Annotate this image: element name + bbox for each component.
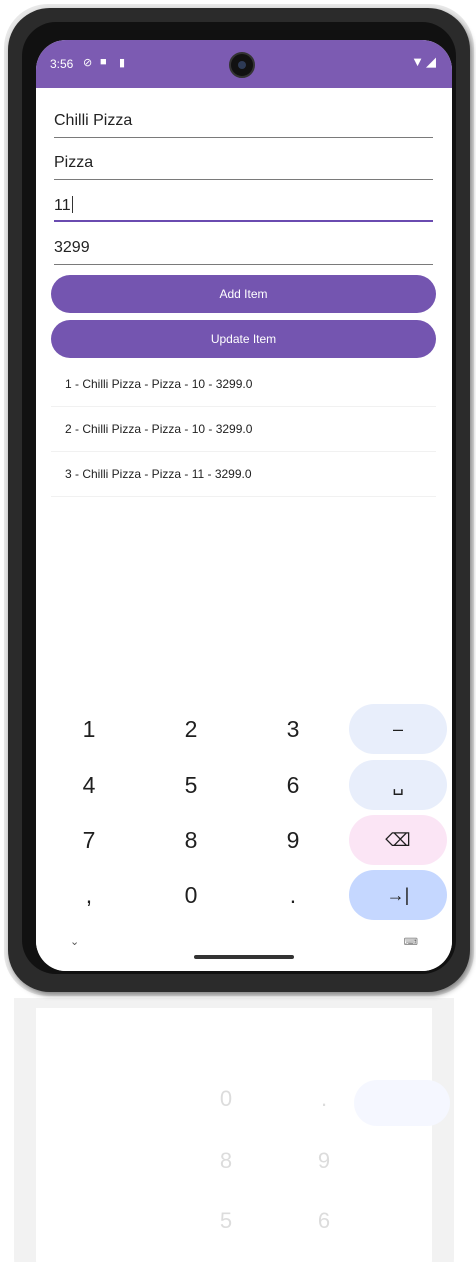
category-value: Pizza [54,154,94,171]
reflection-key: 8 [219,1148,233,1173]
category-field[interactable]: Pizza [54,144,433,180]
phone-screen: 3:56 ⊘ ■ ▮ ▼ ◢ Chilli Pizza Pizza 11 329… [36,40,452,971]
vpn-icon: ⊘ [83,57,93,69]
reflection-key: 9 [317,1148,331,1173]
home-indicator[interactable] [194,955,294,959]
list-item[interactable]: 2 - Chilli Pizza - Pizza - 10 - 3299.0 [51,407,436,452]
key-7[interactable]: 7 [41,815,137,865]
reflection-frame: 0 . 8 9 5 6 [14,998,454,1262]
tab-key[interactable]: →| [349,870,447,920]
device-reflection: 0 . 8 9 5 6 [14,998,454,1262]
key-9[interactable]: 9 [245,815,341,865]
add-item-button[interactable]: Add Item [51,275,436,313]
reflection-key: 6 [317,1208,331,1233]
item-name-value: Chilli Pizza [54,112,133,129]
quantity-value: 11 [54,197,71,214]
key-4[interactable]: 4 [41,760,137,810]
key-8[interactable]: 8 [143,815,239,865]
quantity-field[interactable]: 11 [54,186,433,222]
status-time: 3:56 [50,57,74,71]
reflection-key: 0 [219,1086,233,1111]
keyboard-footer: ⌄ ⌨ [36,935,452,971]
item-list: 1 - Chilli Pizza - Pizza - 10 - 3299.0 2… [51,362,436,497]
key-3[interactable]: 3 [245,704,341,754]
sd-card-icon: ▮ [119,57,126,69]
chevron-down-icon[interactable]: ⌄ [70,935,79,948]
space-key[interactable]: ␣ [349,760,447,810]
backspace-key[interactable]: ⌫ [349,815,447,865]
reflection-key: 5 [219,1208,233,1233]
key-6[interactable]: 6 [245,760,341,810]
price-field[interactable]: 3299 [54,229,433,265]
price-value: 3299 [54,239,90,256]
wifi-icon: ▼ [411,54,424,69]
item-name-field[interactable]: Chilli Pizza [54,102,433,138]
signal-icon: ◢ [426,54,436,69]
text-caret [71,196,73,213]
list-item[interactable]: 1 - Chilli Pizza - Pizza - 10 - 3299.0 [51,362,436,407]
numeric-keyboard: 1 2 3 – 4 5 6 ␣ 7 8 9 ⌫ , 0 . →| ⌄ ⌨ [36,700,452,971]
key-minus[interactable]: – [349,704,447,754]
update-item-button[interactable]: Update Item [51,320,436,358]
key-comma[interactable]: , [41,870,137,920]
camera-cutout [229,52,255,78]
key-1[interactable]: 1 [41,704,137,754]
reflection-screen: 0 . 8 9 5 6 [36,1008,450,1262]
key-5[interactable]: 5 [143,760,239,810]
list-item[interactable]: 3 - Chilli Pizza - Pizza - 11 - 3299.0 [51,452,436,497]
key-0[interactable]: 0 [143,870,239,920]
reflection-key [354,1080,450,1126]
key-period[interactable]: . [245,870,341,920]
key-2[interactable]: 2 [143,704,239,754]
status-bar: 3:56 ⊘ ■ ▮ ▼ ◢ [36,40,452,88]
notification-icon: ■ [100,56,107,68]
keyboard-switch-icon[interactable]: ⌨ [404,937,418,948]
